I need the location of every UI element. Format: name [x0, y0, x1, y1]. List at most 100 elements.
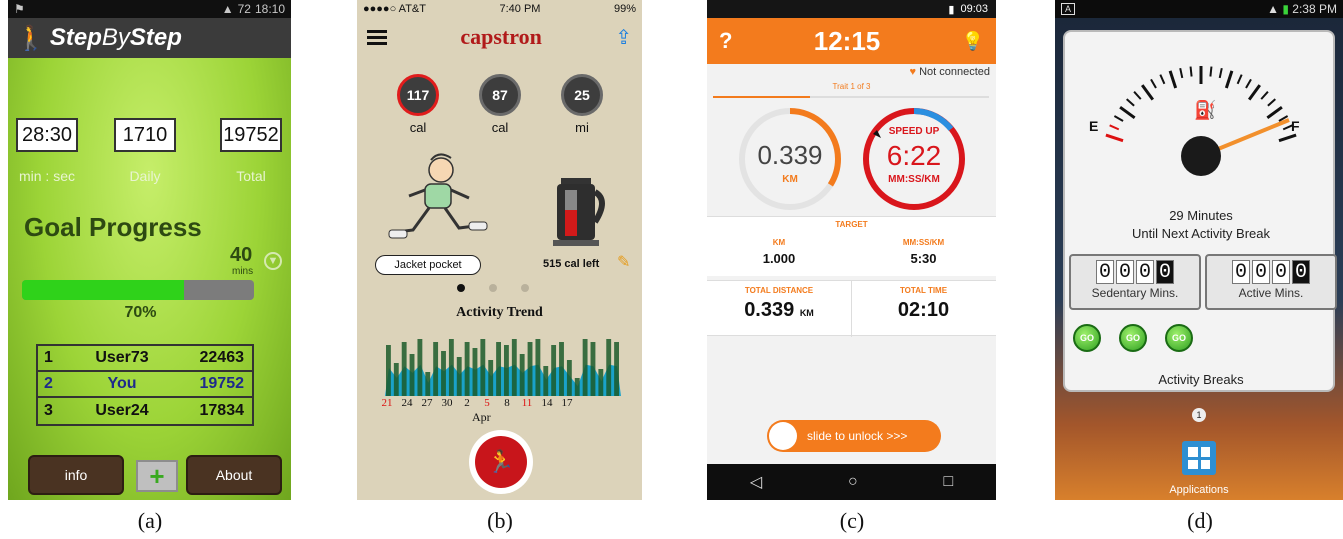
slide-to-unlock[interactable]: slide to unlock >>> — [767, 420, 941, 452]
slider-knob[interactable] — [769, 422, 797, 450]
home-icon[interactable]: ○ — [848, 473, 858, 491]
active-digit: 0 — [1232, 260, 1250, 284]
sedentary-digit: 0 — [1096, 260, 1114, 284]
edit-icon[interactable]: ✎ — [617, 252, 630, 272]
trend-bar — [543, 366, 549, 396]
brand-title: capstron — [460, 24, 542, 49]
app-notification-icon: A — [1061, 3, 1075, 15]
active-digit: 0 — [1252, 260, 1270, 284]
location-chip[interactable]: Jacket pocket — [375, 255, 481, 275]
stat-calories-burned[interactable]: 117 — [397, 74, 439, 116]
trend-bar — [401, 342, 407, 396]
status-time: 18:10 — [254, 2, 285, 16]
go-button[interactable]: GO — [1119, 324, 1147, 352]
app-title-by: By — [101, 24, 130, 51]
app-title-step: Step — [49, 24, 102, 51]
menu-icon[interactable] — [367, 27, 387, 48]
gauge-tick — [1159, 74, 1166, 85]
sedentary-digit: 0 — [1116, 260, 1134, 284]
page-indicator[interactable]: 1 — [1192, 408, 1206, 422]
gauge-tick — [1224, 70, 1234, 89]
lightbulb-icon[interactable]: 💡 — [962, 31, 984, 52]
battery-icon: ▮ — [948, 3, 955, 16]
leaderboard-row: 1 User73 22463 — [38, 346, 252, 372]
battery-icon: ▮ — [1282, 2, 1289, 16]
heart-icon: ♥ — [909, 66, 916, 78]
leaderboard-row-you: 2 You 19752 — [38, 372, 252, 398]
leaderboard: 1 User73 22463 2 You 19752 3 User24 1783… — [36, 344, 254, 426]
gauge-tick — [1141, 84, 1155, 101]
carrier: ●●●●○ AT&T — [363, 3, 426, 15]
share-icon[interactable]: ⇪ — [615, 25, 632, 50]
slider-label: slide to unlock >>> — [807, 429, 908, 443]
target-km-cell: KM 1.000 — [707, 238, 851, 266]
target-pace-value: 5:30 — [910, 251, 937, 266]
leaderboard-row: 3 User24 17834 — [38, 398, 252, 424]
stat-miles[interactable]: 25 — [561, 74, 603, 116]
about-button[interactable]: About — [186, 455, 282, 495]
app-header: ? 12:15 💡 — [707, 18, 996, 64]
page-dot[interactable] — [489, 284, 497, 292]
back-icon[interactable]: ◁ — [750, 472, 762, 492]
record-activity-button[interactable]: 🏃 — [469, 430, 533, 494]
active-digit: 0 — [1272, 260, 1290, 284]
trend-bar — [464, 342, 470, 396]
trend-bar — [386, 345, 391, 396]
trend-bar — [519, 354, 525, 396]
gauge-tick — [1179, 67, 1184, 79]
gauge-tick — [1105, 133, 1124, 143]
go-button[interactable]: GO — [1165, 324, 1193, 352]
user-name: You — [107, 375, 137, 392]
trend-bar — [559, 342, 564, 396]
gauge-tick — [1168, 70, 1178, 89]
gauge-tick — [1119, 106, 1136, 120]
stat-calories[interactable]: 87 — [479, 74, 521, 116]
trend-bar — [425, 372, 431, 396]
signal-icon: ▲ — [1267, 2, 1279, 16]
total-distance-unit: KM — [799, 308, 814, 318]
walking-man-illustration — [388, 153, 488, 239]
gauge-full-label: F — [1291, 118, 1300, 134]
info-button[interactable]: info — [28, 455, 124, 495]
score: 22463 — [199, 349, 245, 366]
trend-tick: 2 — [464, 397, 470, 409]
target-km-label: KM — [772, 238, 786, 247]
activity-trend-chart — [385, 339, 621, 396]
daily-counter-label: Daily — [129, 168, 161, 184]
applications-icon[interactable] — [1182, 441, 1216, 475]
activity-breaks-label: Activity Breaks — [1158, 372, 1244, 387]
total-distance-value: 0.339 — [744, 299, 795, 321]
status-bar: ●●●●○ AT&T 7:40 PM 99% — [357, 0, 642, 18]
user-name: User24 — [95, 402, 149, 419]
trend-bar — [551, 345, 557, 396]
trend-bar — [448, 339, 454, 396]
signal-icon: ▲ — [221, 2, 234, 16]
android-nav-bar: ◁ ○ □ — [707, 464, 996, 500]
page-dot[interactable] — [521, 284, 529, 292]
trend-axis-ticks: 21 24 27 30 2 5 8 11 14 17 — [377, 397, 637, 409]
kettle-icon — [553, 178, 605, 246]
caption-d: (d) — [1187, 508, 1213, 533]
app-title-step-end: Step — [129, 24, 182, 51]
go-button[interactable]: GO — [1073, 324, 1101, 352]
trend-tick: 8 — [504, 397, 510, 409]
recents-icon[interactable]: □ — [943, 473, 953, 491]
trait-progress-fill — [713, 96, 810, 98]
trend-bar — [441, 351, 446, 396]
speed-alert: SPEED UP — [888, 126, 940, 137]
chevron-down-icon[interactable]: ▼ — [264, 252, 282, 270]
trend-tick: 14 — [541, 397, 553, 409]
running-screen: ▮ 09:03 ? 12:15 💡 ♥ Not connected Trait … — [707, 0, 996, 500]
trend-tick: 17 — [561, 397, 573, 409]
trend-bar — [409, 354, 415, 396]
trend-title: Activity Trend — [456, 305, 543, 320]
page-dot-active[interactable] — [457, 284, 465, 292]
add-button[interactable]: + — [136, 460, 178, 492]
status-time: 09:03 — [960, 3, 988, 15]
active-counter: 0 0 0 0 Active Mins. — [1205, 254, 1337, 310]
trait-progress-track — [713, 96, 989, 98]
connection-status: ♥ Not connected — [909, 66, 990, 78]
gauge-tick — [1150, 78, 1157, 89]
help-button[interactable]: ? — [719, 28, 732, 54]
sedentary-digit: 0 — [1136, 260, 1154, 284]
